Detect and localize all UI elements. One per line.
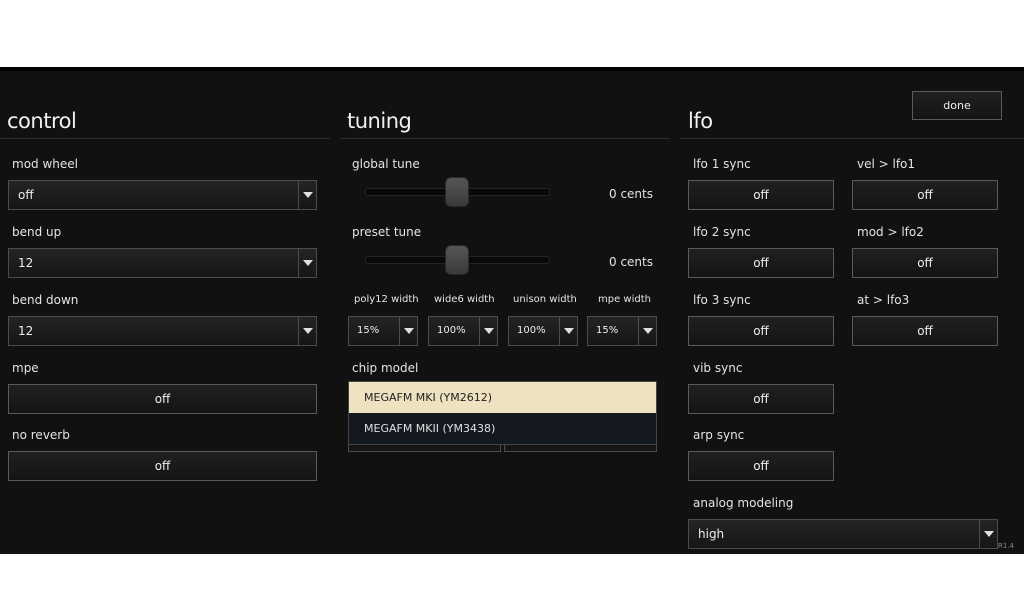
unison-width-dropdown[interactable]: 100%	[508, 316, 578, 346]
at-lfo3-toggle[interactable]: off	[852, 316, 998, 346]
lfo3-sync-toggle[interactable]: off	[688, 316, 834, 346]
analog-modeling-dropdown[interactable]: high	[688, 519, 998, 549]
mpe-width-dropdown[interactable]: 15%	[587, 316, 657, 346]
lfo-divider	[680, 138, 1024, 139]
analog-modeling-label: analog modeling	[693, 496, 794, 510]
preset-tune-label: preset tune	[352, 225, 422, 239]
version-label: R1.4	[998, 542, 1014, 550]
vib-sync-toggle[interactable]: off	[688, 384, 834, 414]
preset-tune-readout: 0 cents	[609, 255, 653, 269]
wide6-width-label: wide6 width	[434, 294, 495, 305]
lfo3-sync-label: lfo 3 sync	[693, 293, 751, 307]
chevron-down-icon[interactable]	[298, 249, 316, 277]
lfo2-sync-toggle[interactable]: off	[688, 248, 834, 278]
poly12-width-value: 15%	[357, 325, 380, 336]
lfo2-sync-label: lfo 2 sync	[693, 225, 751, 239]
lfo1-sync-toggle[interactable]: off	[688, 180, 834, 210]
control-section-title: control	[7, 109, 77, 133]
arp-sync-label: arp sync	[693, 428, 745, 442]
arp-sync-toggle[interactable]: off	[688, 451, 834, 481]
mpe-width-label: mpe width	[598, 294, 651, 305]
mod-lfo2-label: mod > lfo2	[857, 225, 924, 239]
tuning-section-title: tuning	[347, 109, 412, 133]
chip-model-option-mkii[interactable]: MEGAFM MKII (YM3438)	[349, 413, 656, 444]
mod-wheel-dropdown[interactable]: off	[8, 180, 317, 210]
lfo-section-title: lfo	[688, 109, 713, 133]
wide6-width-value: 100%	[437, 325, 466, 336]
chevron-down-icon[interactable]	[559, 317, 577, 345]
lfo1-sync-label: lfo 1 sync	[693, 157, 751, 171]
at-lfo3-label: at > lfo3	[857, 293, 910, 307]
tuning-divider	[340, 138, 670, 139]
chip-model-underlying-right	[504, 444, 657, 452]
chevron-down-icon[interactable]	[298, 317, 316, 345]
chevron-down-icon[interactable]	[479, 317, 497, 345]
chip-model-popup-menu: MEGAFM MKI (YM2612) MEGAFM MKII (YM3438)	[348, 381, 657, 445]
mod-lfo2-toggle[interactable]: off	[852, 248, 998, 278]
mod-wheel-label: mod wheel	[12, 157, 78, 171]
mpe-toggle[interactable]: off	[8, 384, 317, 414]
mpe-width-value: 15%	[596, 325, 619, 336]
vel-lfo1-toggle[interactable]: off	[852, 180, 998, 210]
no-reverb-toggle[interactable]: off	[8, 451, 317, 481]
chip-model-underlying-left	[348, 444, 501, 452]
done-button[interactable]: done	[912, 91, 1002, 120]
mpe-label: mpe	[12, 361, 39, 375]
mod-wheel-value: off	[18, 188, 34, 202]
chevron-down-icon[interactable]	[979, 520, 997, 548]
global-tune-readout: 0 cents	[609, 187, 653, 201]
poly12-width-dropdown[interactable]: 15%	[348, 316, 418, 346]
no-reverb-label: no reverb	[12, 428, 70, 442]
bend-up-value: 12	[18, 256, 34, 270]
chevron-down-icon[interactable]	[298, 181, 316, 209]
bend-down-label: bend down	[12, 293, 79, 307]
wide6-width-dropdown[interactable]: 100%	[428, 316, 498, 346]
bend-down-dropdown[interactable]: 12	[8, 316, 317, 346]
analog-modeling-value: high	[698, 527, 725, 541]
settings-panel: done control mod wheel off bend up 12 be…	[0, 67, 1024, 554]
global-tune-label: global tune	[352, 157, 420, 171]
chip-model-option-mki[interactable]: MEGAFM MKI (YM2612)	[349, 382, 656, 413]
control-divider	[0, 138, 330, 139]
global-tune-slider-handle[interactable]	[445, 177, 469, 207]
unison-width-value: 100%	[517, 325, 546, 336]
bend-down-value: 12	[18, 324, 34, 338]
poly12-width-label: poly12 width	[354, 294, 419, 305]
vib-sync-label: vib sync	[693, 361, 743, 375]
chip-model-label: chip model	[352, 361, 419, 375]
bend-up-dropdown[interactable]: 12	[8, 248, 317, 278]
vel-lfo1-label: vel > lfo1	[857, 157, 916, 171]
unison-width-label: unison width	[513, 294, 577, 305]
chevron-down-icon[interactable]	[638, 317, 656, 345]
preset-tune-slider-handle[interactable]	[445, 245, 469, 275]
bend-up-label: bend up	[12, 225, 62, 239]
chevron-down-icon[interactable]	[399, 317, 417, 345]
